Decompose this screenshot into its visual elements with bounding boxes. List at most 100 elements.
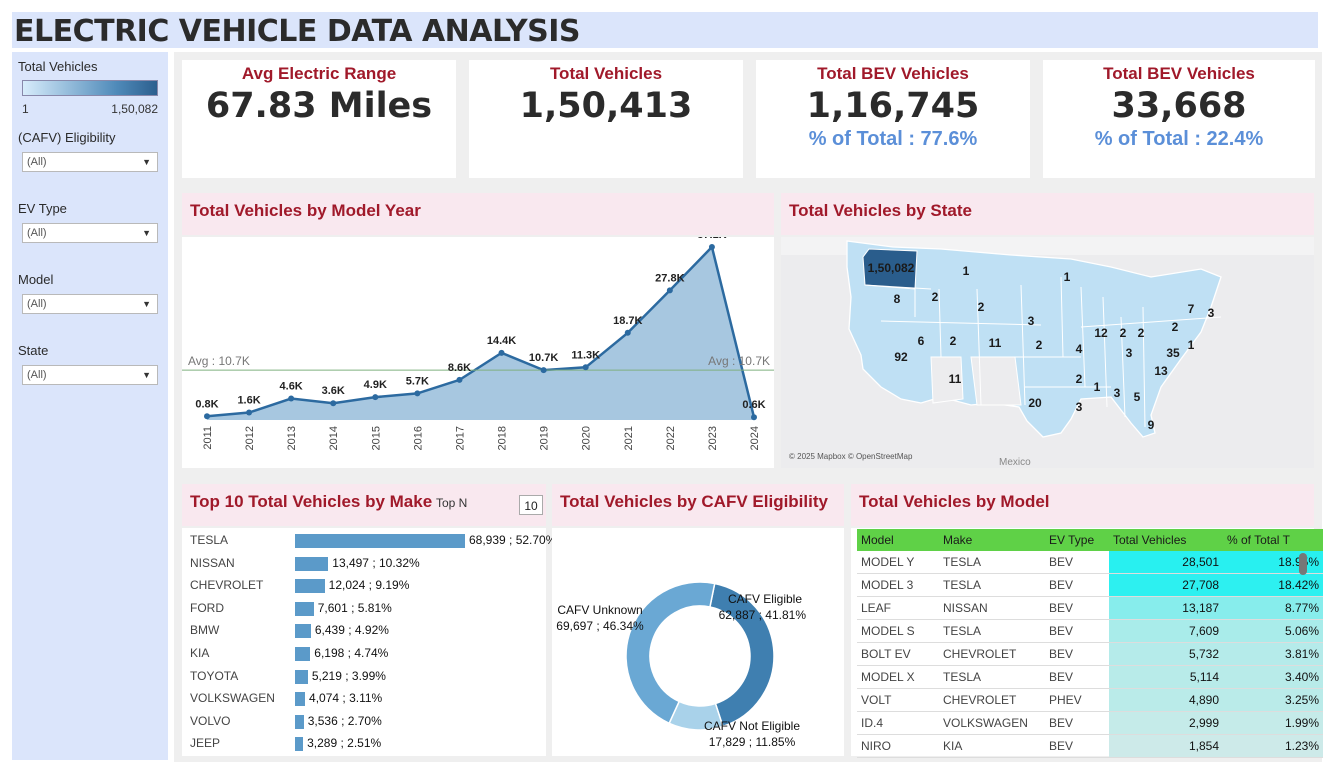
chevron-down-icon: ▼ [142, 370, 151, 380]
make-bar[interactable] [295, 692, 306, 707]
make-bar[interactable] [295, 737, 304, 752]
table-cell: TESLA [939, 573, 1045, 597]
make-row[interactable]: NISSAN 13,497 ; 10.32% [182, 553, 538, 575]
table-header-cell[interactable]: Model [857, 529, 939, 551]
table-cell: BEV [1045, 573, 1109, 597]
data-label: 11.3K [571, 349, 600, 361]
table-cell: BEV [1045, 711, 1109, 735]
table-row[interactable]: VOLT CHEVROLET PHEV 4,890 3.25% [857, 688, 1323, 712]
table-row[interactable]: MODEL 3 TESLA BEV 27,708 18.42% [857, 573, 1323, 597]
filter-cafv-dropdown[interactable]: (All) ▼ [22, 152, 158, 172]
make-name: KIA [190, 646, 210, 660]
make-row[interactable]: TESLA 68,939 ; 52.70% [182, 530, 556, 552]
data-point[interactable] [288, 395, 295, 402]
legend-max: 1,50,082 [111, 102, 158, 116]
data-point[interactable] [414, 390, 421, 397]
data-point[interactable] [204, 413, 210, 420]
state-header: Total Vehicles by State [781, 193, 1314, 235]
state-value-label: 2 [932, 290, 939, 304]
data-point[interactable] [372, 394, 379, 401]
make-row[interactable]: CHEVROLET 12,024 ; 9.19% [182, 575, 538, 597]
data-point[interactable] [666, 287, 673, 294]
table-scrollbar[interactable] [1299, 553, 1307, 575]
table-row[interactable]: ID.4 VOLKSWAGEN BEV 2,999 1.99% [857, 711, 1323, 735]
table-cell: 18.42% [1223, 573, 1323, 597]
table-header-cell[interactable]: % of Total T [1223, 529, 1323, 551]
make-value-label: 3,536 ; 2.70% [307, 713, 382, 728]
make-bar[interactable] [295, 624, 311, 639]
cafv-title: Total Vehicles by CAFV Eligibility [560, 492, 828, 511]
model-year-title: Total Vehicles by Model Year [190, 201, 421, 220]
data-label: 10.7K [529, 352, 558, 364]
data-label: 27.8K [655, 272, 684, 284]
make-bar[interactable] [295, 714, 304, 729]
table-header-cell[interactable]: EV Type [1045, 529, 1109, 551]
state-value-label: 9 [1148, 418, 1155, 432]
kpi-total-vehicles: Total Vehicles 1,50,413 [469, 60, 743, 178]
data-point[interactable] [498, 349, 505, 356]
color-legend [22, 80, 158, 96]
table-row[interactable]: LEAF NISSAN BEV 13,187 8.77% [857, 596, 1323, 620]
table-row[interactable]: MODEL YTESLABEV28,50118.95% [857, 551, 1323, 574]
table-header-cell[interactable]: Total Vehicles [1109, 529, 1223, 551]
kpi-phev-vehicles: Total BEV Vehicles 33,668 % of Total : 2… [1043, 60, 1315, 178]
data-label: 18.7K [613, 315, 642, 327]
state-map-panel[interactable]: © 2025 Mapbox © OpenStreetMap Mexico 1,5… [781, 237, 1314, 468]
make-bar[interactable] [295, 556, 329, 571]
make-bar[interactable] [295, 601, 314, 616]
data-point[interactable] [708, 244, 715, 250]
table-row[interactable]: MODEL X TESLA BEV 5,114 3.40% [857, 665, 1323, 689]
state-value-label: 3 [1028, 314, 1035, 328]
state-value-label: 11 [989, 336, 1002, 350]
table-cell: VOLT [857, 688, 939, 712]
make-bar[interactable] [295, 579, 325, 594]
make-row[interactable]: FORD 7,601 ; 5.81% [182, 598, 538, 620]
data-point[interactable] [330, 400, 337, 407]
table-cell: BEV [1045, 642, 1109, 666]
slice-value: 62,887 ; 41.81% [719, 608, 807, 622]
table-row[interactable]: BOLT EV CHEVROLET BEV 5,732 3.81% [857, 642, 1323, 666]
table-cell: 1,854 [1109, 734, 1223, 758]
data-point[interactable] [624, 329, 631, 336]
data-point[interactable] [246, 409, 253, 416]
filter-evtype-value: (All) [27, 227, 47, 239]
state-value-label: 1 [1064, 270, 1071, 284]
make-row[interactable]: BMW 6,439 ; 4.92% [182, 620, 538, 642]
make-row[interactable]: KIA 6,198 ; 4.74% [182, 643, 538, 665]
x-tick-label: 2016 [412, 426, 424, 450]
model-header: Total Vehicles by Model [851, 484, 1314, 526]
table-header-cell[interactable]: Make [939, 529, 1045, 551]
filter-state-dropdown[interactable]: (All) ▼ [22, 365, 158, 385]
filter-model-label: Model [18, 272, 54, 287]
data-point[interactable] [540, 367, 547, 374]
kpi-value: 1,16,745 [806, 86, 980, 126]
data-point[interactable] [582, 364, 589, 371]
sidebar: Total Vehicles 1 1,50,082 (CAFV) Eligibi… [12, 52, 168, 760]
filter-evtype-dropdown[interactable]: (All) ▼ [22, 223, 158, 243]
state-value-label: 92 [894, 350, 908, 364]
make-row[interactable]: VOLVO 3,536 ; 2.70% [182, 711, 538, 733]
make-row[interactable]: TOYOTA 5,219 ; 3.99% [182, 666, 538, 688]
make-value-label: 68,939 ; 52.70% [469, 533, 557, 547]
topn-input[interactable]: 10 [519, 495, 543, 515]
make-bar[interactable] [295, 669, 308, 684]
map-credit: © 2025 Mapbox © OpenStreetMap [789, 452, 913, 461]
x-tick-label: 2011 [202, 426, 214, 450]
make-value-label: 6,198 ; 4.74% [314, 646, 389, 660]
make-bar[interactable] [295, 534, 465, 548]
table-row[interactable]: NIRO KIA BEV 1,854 1.23% [857, 734, 1323, 758]
table-row[interactable]: MODEL S TESLA BEV 7,609 5.06% [857, 619, 1323, 643]
make-row[interactable]: JEEP 3,289 ; 2.51% [182, 733, 538, 755]
state-value-label: 35 [1166, 346, 1180, 360]
make-panel: TESLA 68,939 ; 52.70% NISSAN 13,497 ; 10.32… [182, 528, 556, 756]
data-label: 5.7K [406, 375, 429, 387]
table-cell: KIA [939, 734, 1045, 758]
data-point[interactable] [751, 414, 757, 421]
table-cell: BEV [1045, 665, 1109, 689]
table-header-row: Model Make EV Type Total Vehicles% of Total… [857, 529, 1323, 551]
make-bar[interactable] [295, 647, 311, 661]
chevron-down-icon: ▼ [142, 299, 151, 309]
filter-model-dropdown[interactable]: (All) ▼ [22, 294, 158, 314]
data-point[interactable] [456, 376, 463, 383]
make-row[interactable]: VOLKSWAGEN 4,074 ; 3.11% [182, 688, 538, 710]
